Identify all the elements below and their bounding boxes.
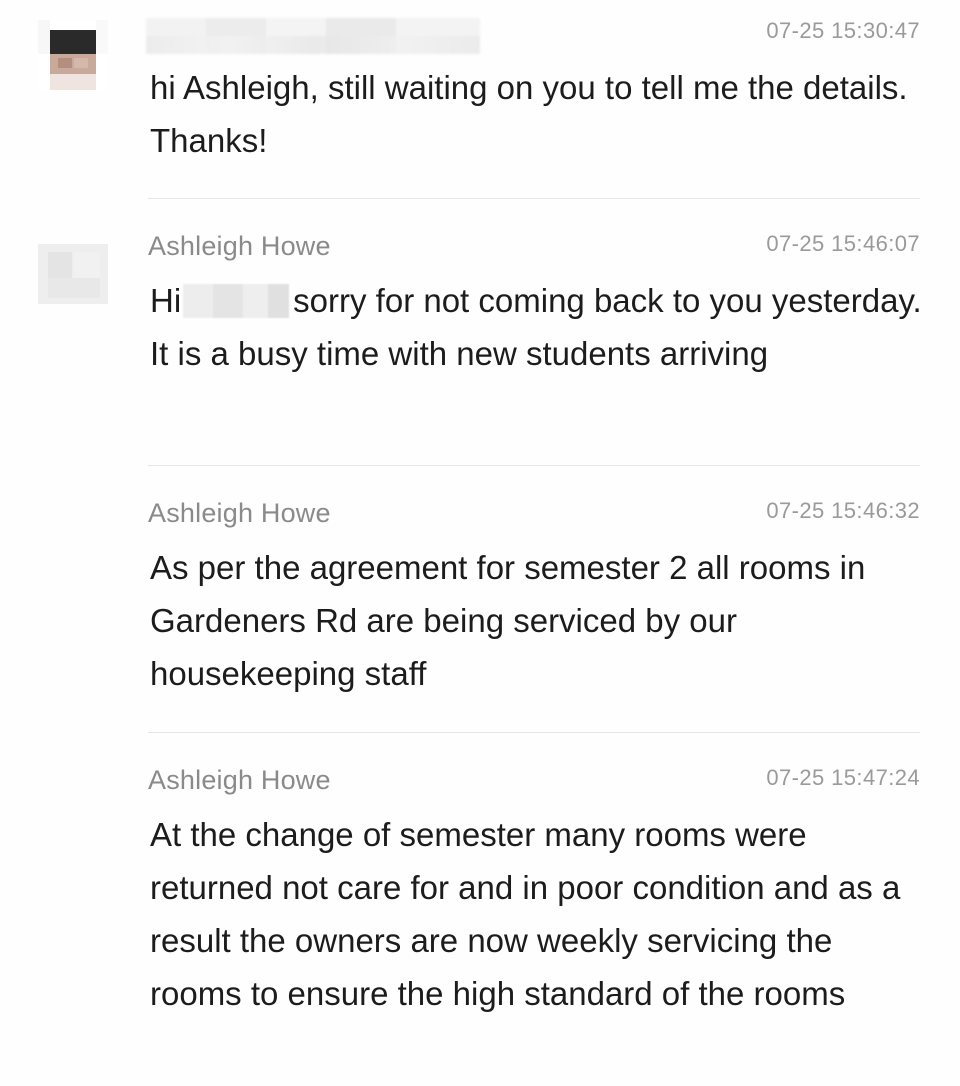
sender-name: Ashleigh Howe <box>148 498 331 528</box>
message-timestamp: 07-25 15:30:47 <box>766 18 920 43</box>
message-text-start: Hi <box>150 282 182 319</box>
sender-avatar-icon[interactable] <box>38 244 108 314</box>
redacted-name <box>183 284 290 318</box>
message-timestamp: 07-25 15:47:24 <box>766 765 920 790</box>
sender-name: Ashleigh Howe <box>148 231 331 261</box>
message-thread: 07-25 15:30:47 hi Ashleigh, still waitin… <box>0 0 960 1086</box>
message-item[interactable]: 07-25 15:30:47 hi Ashleigh, still waitin… <box>0 0 960 200</box>
message-text: hi Ashleigh, still waiting on you to tel… <box>150 69 908 159</box>
sender-name: Ashleigh Howe <box>148 765 331 795</box>
sender-name-redacted <box>146 18 480 54</box>
message-divider <box>148 198 920 199</box>
message-text: As per the agreement for semester 2 all … <box>150 549 866 692</box>
sender-avatar-icon[interactable] <box>38 20 108 90</box>
message-text: Hi sorry for not coming back to you yeste… <box>150 274 925 380</box>
message-text: At the change of semester many rooms wer… <box>150 816 901 1012</box>
message-item[interactable]: Ashleigh Howe 07-25 15:46:07 Hi sorry for… <box>0 200 960 466</box>
message-timestamp: 07-25 15:46:07 <box>766 231 920 256</box>
message-item[interactable]: Ashleigh Howe 07-25 15:46:32 As per the … <box>0 466 960 732</box>
message-timestamp: 07-25 15:46:32 <box>766 498 920 523</box>
message-item[interactable]: Ashleigh Howe 07-25 15:47:24 At the chan… <box>0 733 960 1086</box>
